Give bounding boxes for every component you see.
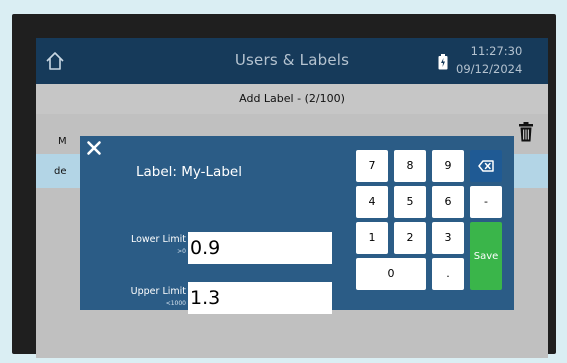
key-8[interactable]: 8: [394, 150, 426, 182]
upper-limit-label: Upper Limit: [130, 286, 186, 297]
label-caption: Label: My-Label: [136, 164, 242, 180]
date-text: 09/12/2024: [456, 62, 523, 76]
clock: 11:27:30 09/12/2024: [456, 42, 522, 78]
key-minus[interactable]: -: [470, 186, 502, 218]
lower-limit-label: Lower Limit: [130, 234, 186, 245]
screen: Users & Labels 11:27:30 09/12/2024 Add L…: [36, 38, 548, 358]
backspace-button[interactable]: [470, 150, 502, 182]
close-icon[interactable]: [86, 140, 102, 156]
key-1[interactable]: 1: [356, 222, 388, 254]
upper-limit-hint: <1000: [165, 300, 186, 307]
key-9[interactable]: 9: [432, 150, 464, 182]
key-5[interactable]: 5: [394, 186, 426, 218]
battery-icon: [438, 54, 448, 70]
trash-icon[interactable]: [518, 122, 534, 142]
upper-limit-input[interactable]: [188, 282, 332, 314]
add-label-dialog: Label: My-Label Lower Limit >0 Upper Lim…: [80, 136, 514, 314]
key-decimal[interactable]: .: [432, 258, 464, 290]
lower-limit-hint: >0: [177, 248, 186, 255]
lower-limit-input[interactable]: [188, 232, 332, 264]
top-bar: Users & Labels 11:27:30 09/12/2024: [36, 38, 548, 84]
time-text: 11:27:30: [470, 44, 523, 58]
key-7[interactable]: 7: [356, 150, 388, 182]
add-label-header: Add Label - (2/100): [36, 84, 548, 114]
key-4[interactable]: 4: [356, 186, 388, 218]
list-item-name: M: [58, 136, 67, 147]
key-3[interactable]: 3: [432, 222, 464, 254]
backspace-icon: [478, 160, 494, 172]
key-2[interactable]: 2: [394, 222, 426, 254]
key-0[interactable]: 0: [356, 258, 426, 290]
list-item-name: de: [54, 166, 67, 177]
device-bezel: Users & Labels 11:27:30 09/12/2024 Add L…: [12, 14, 556, 358]
save-button[interactable]: Save: [470, 222, 502, 290]
key-6[interactable]: 6: [432, 186, 464, 218]
